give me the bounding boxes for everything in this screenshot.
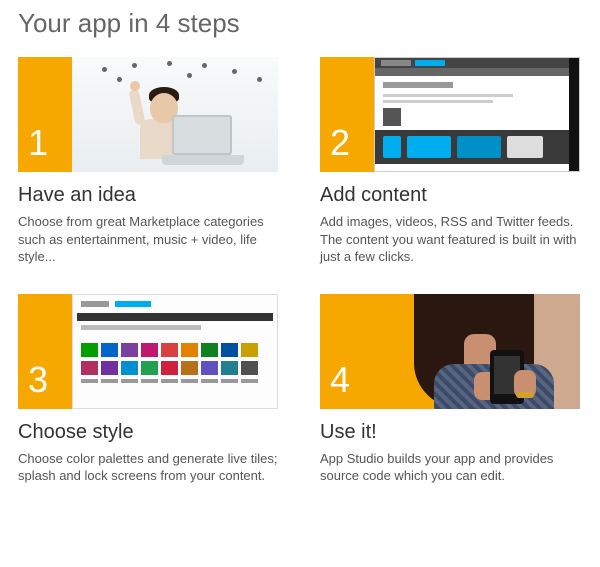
step-3-title: Choose style <box>18 421 280 444</box>
step-1-thumb: 1 <box>18 57 278 172</box>
step-2: 2 Add content Add images, videos, RSS an… <box>320 57 582 266</box>
step-4-title: Use it! <box>320 421 582 444</box>
step-1-number-tile: 1 <box>18 57 72 172</box>
step-2-thumb: 2 <box>320 57 580 172</box>
step-4-illustration <box>374 294 580 409</box>
step-2-number-tile: 2 <box>320 57 374 172</box>
step-1: 1 Have an idea Choose from great Marketp… <box>18 57 280 266</box>
step-3-thumb: 3 <box>18 294 278 409</box>
step-4-number-tile: 4 <box>320 294 374 409</box>
step-3-number-tile: 3 <box>18 294 72 409</box>
step-4-thumb: 4 <box>320 294 580 409</box>
page-title: Your app in 4 steps <box>18 8 582 39</box>
step-1-desc: Choose from great Marketplace categories… <box>18 213 280 266</box>
step-3-desc: Choose color palettes and generate live … <box>18 450 280 485</box>
step-2-desc: Add images, videos, RSS and Twitter feed… <box>320 213 582 266</box>
steps-grid: 1 Have an idea Choose from great Marketp… <box>18 57 582 485</box>
step-4: 4 Use it! App Studio builds your app and… <box>320 294 582 485</box>
step-2-title: Add content <box>320 184 582 207</box>
step-3-illustration <box>72 294 278 409</box>
step-1-illustration <box>72 57 278 172</box>
step-4-desc: App Studio builds your app and provides … <box>320 450 582 485</box>
step-1-title: Have an idea <box>18 184 280 207</box>
step-2-illustration <box>374 57 580 172</box>
step-3: 3 Choose style Choose color palettes and… <box>18 294 280 485</box>
